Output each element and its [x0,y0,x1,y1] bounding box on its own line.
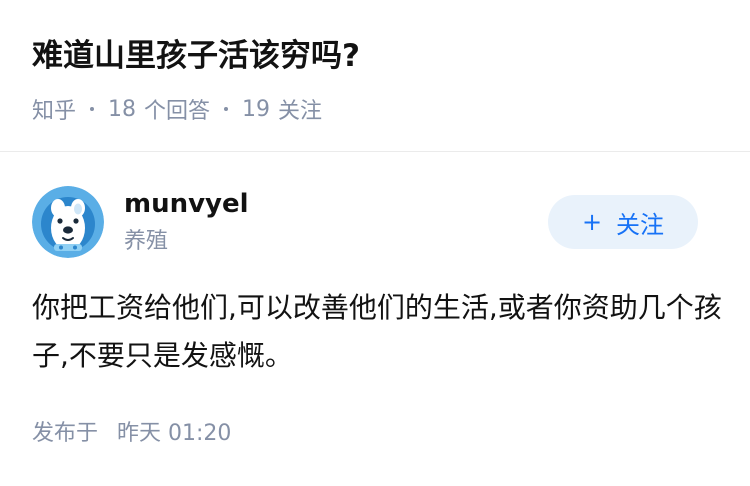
follow-button[interactable]: + 关注 [548,195,698,249]
answer-timestamp: 发布于 昨天 01:20 [32,418,231,450]
published-label: 发布于 [32,421,99,446]
answer-count: 18 [108,96,137,122]
author-bio: 养殖 [124,229,169,254]
plus-icon: + [581,208,603,236]
question-header: 难道山里孩子活该穷吗? 知乎 18 个回答 19 关注 [0,0,750,151]
separator-dot [224,107,229,111]
follower-count-label: 关注 [278,99,323,124]
published-time: 昨天 01:20 [117,421,232,446]
cartoon-dog-avatar-icon [32,186,104,258]
answer-card: munvyel 养殖 + 关注 你把工资给他们,可以改善他们的生活,或者你资助几… [0,152,750,486]
answer-content[interactable]: 你把工资给他们,可以改善他们的生活,或者你资助几个孩子,不要只是发感慨。 [32,284,722,380]
question-meta: 知乎 18 个回答 19 关注 [32,93,322,125]
follow-button-label: 关注 [616,210,665,239]
separator-dot [90,107,95,111]
answer-count-label: 个回答 [144,99,211,124]
follower-count: 19 [242,96,271,122]
question-title[interactable]: 难道山里孩子活该穷吗? [32,34,360,78]
source-label[interactable]: 知乎 [32,93,76,125]
author-name[interactable]: munvyel [124,186,249,222]
author-avatar[interactable] [32,186,104,258]
